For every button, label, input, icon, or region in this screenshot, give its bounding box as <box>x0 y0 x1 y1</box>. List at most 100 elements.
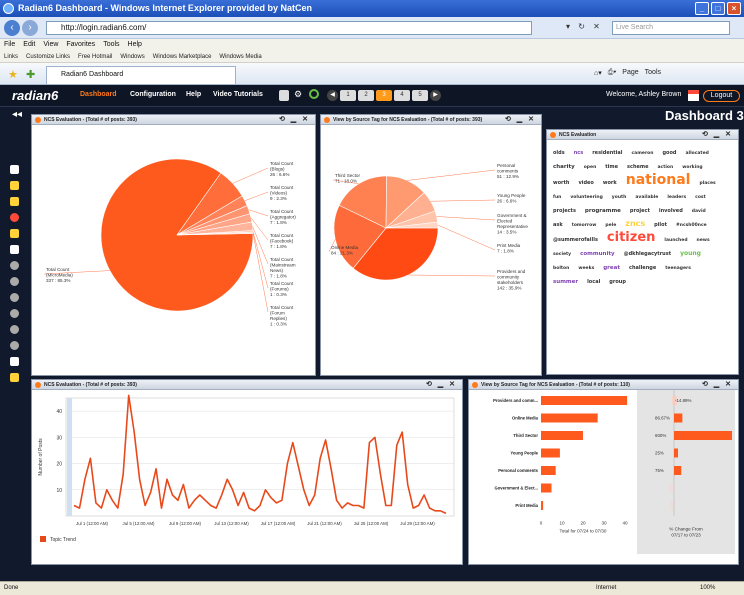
cloud-word[interactable]: weeks <box>578 263 594 275</box>
sidebar-people-icon[interactable] <box>10 357 19 366</box>
home-icon[interactable]: ⌂▾ <box>594 69 602 77</box>
link-windows[interactable]: Windows <box>120 51 144 62</box>
zoom-level[interactable]: 100% <box>700 582 715 595</box>
refresh-icon[interactable] <box>309 89 319 99</box>
cloud-word[interactable]: @dkhlegacytrust <box>624 248 672 260</box>
link-customize[interactable]: Customize Links <box>26 51 70 62</box>
cloud-word[interactable]: video <box>578 177 593 189</box>
link-marketplace[interactable]: Windows Marketplace <box>153 51 212 62</box>
sidebar-list-icon-3[interactable] <box>10 229 19 238</box>
page-1-button[interactable]: 1 <box>340 90 356 101</box>
print-icon[interactable]: ⎙▾ <box>608 69 617 77</box>
widget-controls[interactable]: ⟲ ▁ ✕ <box>505 115 536 125</box>
notifications-icon[interactable] <box>688 90 699 101</box>
back-button[interactable]: ‹ <box>4 20 20 36</box>
cloud-word[interactable]: tomorrow <box>572 220 597 232</box>
nav-configuration[interactable]: Configuration <box>130 91 176 98</box>
page-3-button[interactable]: 3 <box>376 90 392 101</box>
cloud-word[interactable]: national <box>626 173 691 187</box>
cloud-word[interactable]: zncs <box>625 218 645 230</box>
forward-button[interactable]: › <box>22 20 38 36</box>
widget-icon[interactable] <box>279 90 289 101</box>
cloud-word[interactable]: residential <box>592 147 622 159</box>
nav-dashboard[interactable]: Dashboard <box>80 91 117 98</box>
cloud-word[interactable]: local <box>587 276 600 288</box>
cloud-word[interactable]: time <box>605 161 618 173</box>
widget-controls[interactable]: ⟲ ▁ ✕ <box>702 130 733 140</box>
tools-menu[interactable]: Tools <box>645 69 661 77</box>
page-2-button[interactable]: 2 <box>358 90 374 101</box>
pager-next-icon[interactable]: ▶ <box>430 90 441 101</box>
nav-video-tutorials[interactable]: Video Tutorials <box>213 91 263 98</box>
cloud-word[interactable]: cameron <box>632 148 654 160</box>
logout-button[interactable]: Logout <box>703 90 740 102</box>
favorites-star-icon[interactable]: ★ <box>8 68 18 81</box>
cloud-word[interactable]: society <box>553 249 571 261</box>
cloud-word[interactable]: david <box>692 206 706 218</box>
link-windows-media[interactable]: Windows Media <box>219 51 261 62</box>
pager-prev-icon[interactable]: ◀ <box>327 90 338 101</box>
sidebar-alert-icon[interactable] <box>10 213 19 222</box>
sidebar-widget-icon-2[interactable] <box>10 277 19 286</box>
cloud-word[interactable]: ncs <box>574 147 584 159</box>
nav-help[interactable]: Help <box>186 91 201 98</box>
menu-tools[interactable]: Tools <box>103 39 119 51</box>
cloud-word[interactable]: teenagers <box>665 263 691 275</box>
cloud-word[interactable]: challenge <box>629 262 656 274</box>
sidebar-widget-icon-5[interactable] <box>10 325 19 334</box>
sidebar-widget-icon-1[interactable] <box>10 261 19 270</box>
close-button[interactable]: × <box>727 2 741 15</box>
sidebar-list-icon[interactable] <box>10 181 19 190</box>
sidebar-page-icon[interactable] <box>10 245 19 254</box>
cloud-word[interactable]: fun <box>553 192 561 204</box>
sidebar-group-icon[interactable] <box>10 373 19 382</box>
maximize-button[interactable]: □ <box>711 2 725 15</box>
cloud-word[interactable]: great <box>603 262 620 274</box>
minimize-button[interactable]: _ <box>695 2 709 15</box>
widget-controls[interactable]: ⟲ ▁ ✕ <box>279 115 310 125</box>
cloud-word[interactable]: #ncsh00nce <box>676 220 707 232</box>
cloud-word[interactable]: projects <box>553 205 576 217</box>
cloud-word[interactable]: launched <box>664 235 687 247</box>
add-favorite-icon[interactable]: ✚ <box>26 68 35 81</box>
widget-controls[interactable]: ⟲ ▁ ✕ <box>702 380 733 390</box>
cloud-word[interactable]: bolton <box>553 263 569 275</box>
cloud-word[interactable]: pilot <box>654 219 667 231</box>
cloud-word[interactable]: good <box>662 147 676 159</box>
cloud-word[interactable]: programme <box>585 205 621 217</box>
refresh-stop-icons[interactable]: ▾ ↻ ✕ <box>566 22 603 31</box>
sidebar-widget-icon-4[interactable] <box>10 309 19 318</box>
cloud-word[interactable]: work <box>603 177 617 189</box>
menu-edit[interactable]: Edit <box>23 39 35 51</box>
cloud-word[interactable]: open <box>584 162 597 174</box>
cloud-word[interactable]: community <box>580 248 614 260</box>
sidebar-widget-icon-3[interactable] <box>10 293 19 302</box>
cloud-word[interactable]: @summerofaills <box>553 234 598 246</box>
cloud-word[interactable]: olds <box>553 147 565 159</box>
page-menu[interactable]: Page <box>622 69 638 77</box>
cloud-word[interactable]: cost <box>695 192 706 204</box>
cloud-word[interactable]: youth <box>612 192 627 204</box>
page-5-button[interactable]: 5 <box>412 90 428 101</box>
search-input[interactable]: Live Search <box>612 21 730 35</box>
cloud-word[interactable]: group <box>609 276 626 288</box>
sidebar-list-icon-2[interactable] <box>10 197 19 206</box>
link-hotmail[interactable]: Free Hotmail <box>78 51 112 62</box>
sidebar-widget-icon-6[interactable] <box>10 341 19 350</box>
menu-view[interactable]: View <box>43 39 58 51</box>
url-field[interactable]: http://login.radian6.com/ <box>46 21 532 35</box>
cloud-word[interactable]: charity <box>553 161 575 173</box>
tab-radian6[interactable]: Radian6 Dashboard <box>46 66 236 84</box>
menu-file[interactable]: File <box>4 39 15 51</box>
cloud-word[interactable]: involved <box>659 205 683 217</box>
cloud-word[interactable]: leaders <box>667 192 686 204</box>
menu-favorites[interactable]: Favorites <box>66 39 95 51</box>
collapse-icon[interactable]: ◂◂ <box>12 109 22 120</box>
cloud-word[interactable]: project <box>630 205 650 217</box>
cloud-word[interactable]: news <box>697 235 710 247</box>
widget-controls[interactable]: ⟲ ▁ ✕ <box>426 380 457 390</box>
cloud-word[interactable]: ask <box>553 219 563 231</box>
sidebar-doc-icon[interactable] <box>10 165 19 174</box>
cloud-word[interactable]: citizen <box>607 231 655 244</box>
tools-icon[interactable]: ⚙ <box>294 89 302 100</box>
